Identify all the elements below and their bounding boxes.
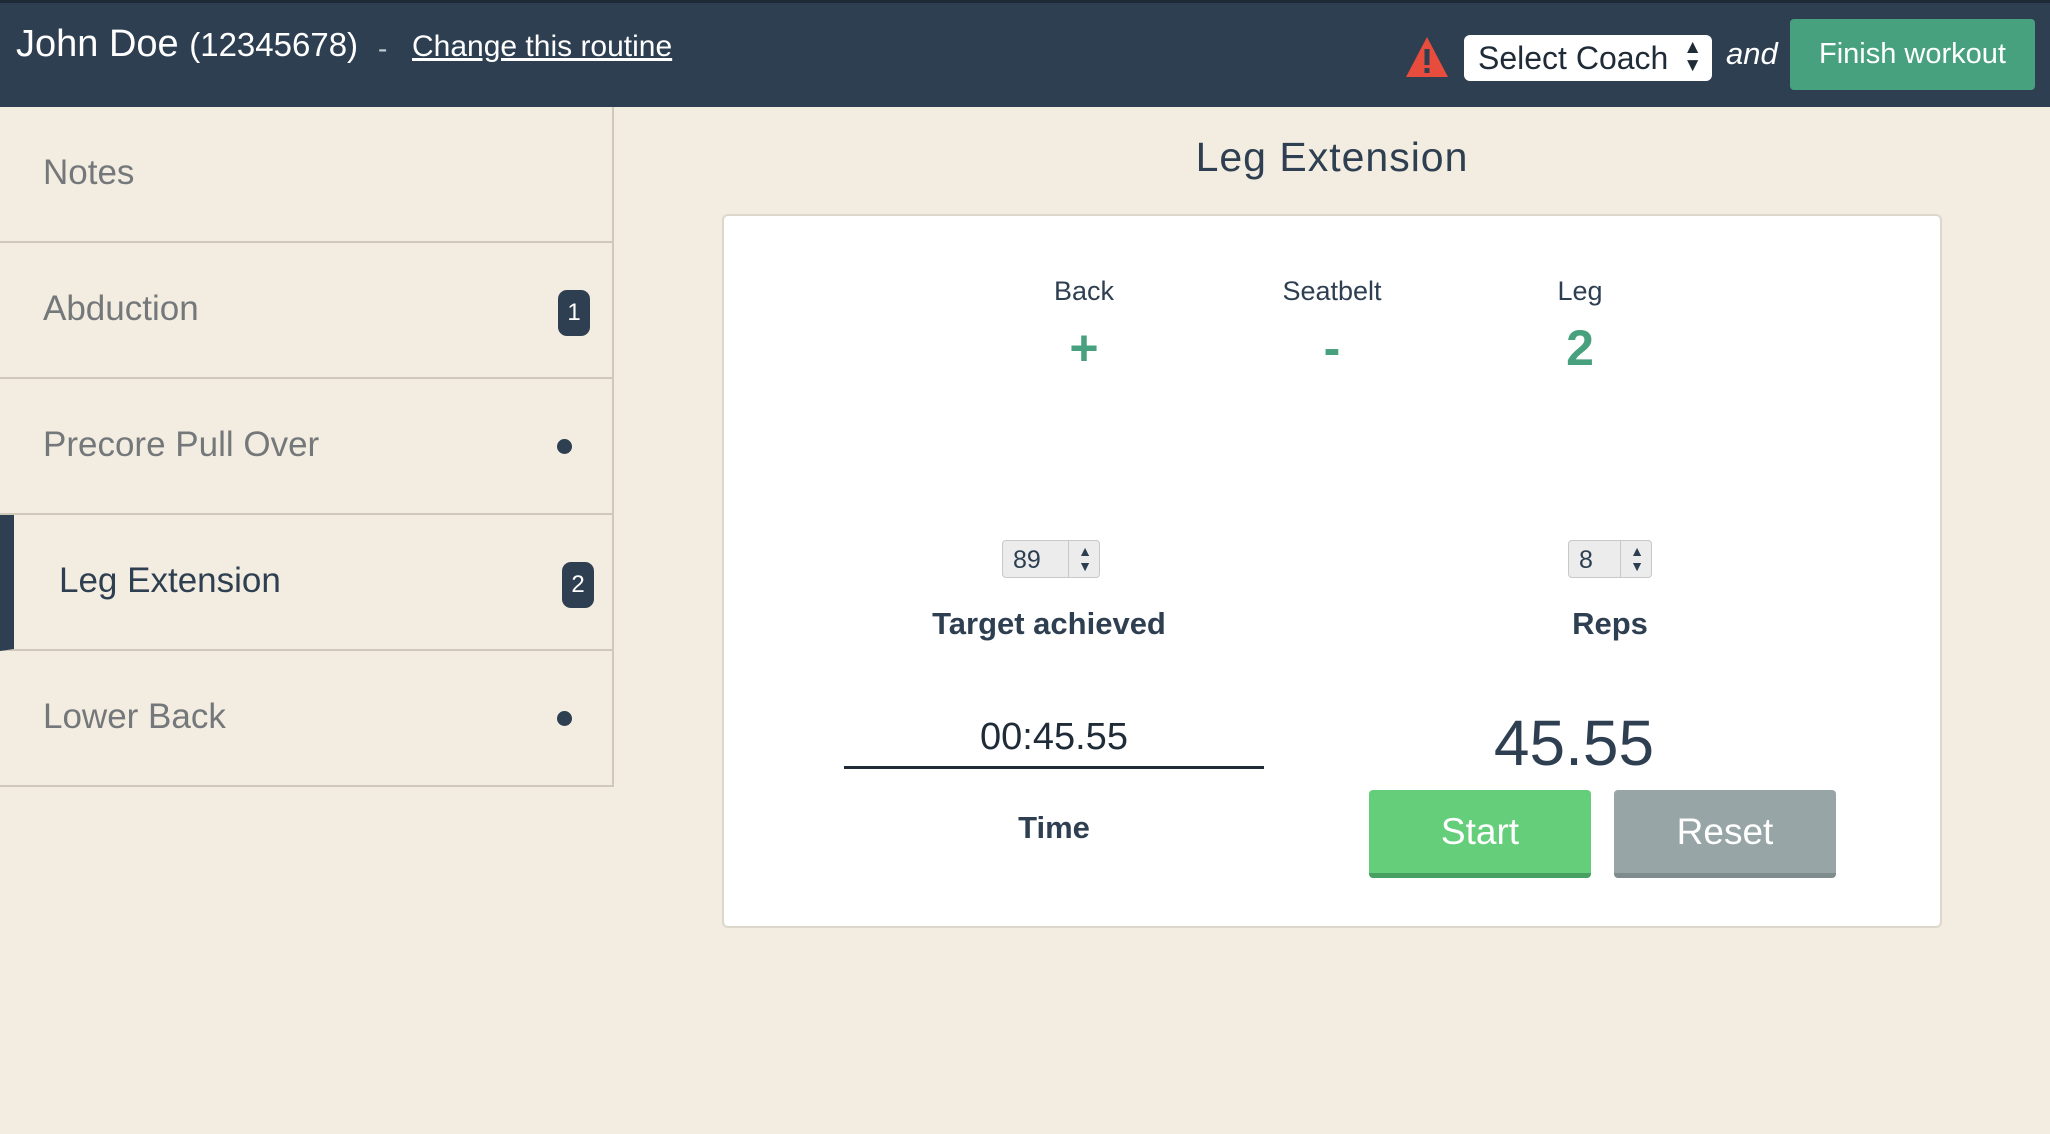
and-text: and [1726,36,1778,71]
client-name: John Doe (12345678) [16,23,358,66]
sidebar-item-abduction[interactable]: Abduction 1 [0,243,614,379]
client-name-text: John Doe [16,23,179,65]
target-stepper-value: 89 [1013,546,1041,574]
change-routine-link[interactable]: Change this routine [412,30,672,64]
dot-icon [557,711,572,726]
start-button[interactable]: Start [1369,790,1591,878]
setting-seatbelt: Seatbelt - [1232,276,1432,377]
stepper-divider [1068,541,1069,577]
setting-value: 2 [1566,320,1594,376]
coach-select-value: Select Coach [1478,40,1669,76]
client-id: (12345678) [189,26,359,63]
exercise-sidebar: Notes Abduction 1 Precore Pull Over Leg … [0,107,614,787]
sidebar-item-label: Abduction [43,289,199,328]
timer-display: 45.55 [1493,707,1655,779]
coach-select[interactable]: Select Coach ▲ ▼ [1464,35,1712,81]
setting-name: Back [1053,276,1115,306]
time-input[interactable]: 00:45.55 [844,716,1264,769]
header-separator: - [378,33,388,64]
reps-label: Reps [1572,606,1648,641]
setting-value: + [1069,320,1099,376]
setting-leg: Leg 2 [1480,276,1680,377]
stepper-arrows-icon: ▲ ▼ [1630,543,1644,574]
finish-workout-button[interactable]: Finish workout [1790,19,2035,90]
sidebar-item-label: Precore Pull Over [43,425,320,464]
dot-icon [557,439,572,454]
sidebar-item-precore-pull-over[interactable]: Precore Pull Over [0,379,614,515]
reps-stepper-value: 8 [1579,546,1593,574]
setting-value: - [1323,320,1341,376]
count-badge: 2 [562,562,594,608]
setting-back: Back + [984,276,1184,377]
target-stepper[interactable]: 89 ▲ ▼ [1002,540,1100,578]
count-badge: 1 [558,290,590,336]
setting-name: Seatbelt [1282,276,1382,306]
reps-stepper[interactable]: 8 ▲ ▼ [1568,540,1652,578]
sidebar-item-label: Lower Back [43,697,226,736]
sidebar-item-label: Notes [43,153,135,192]
time-label: Time [1018,810,1090,845]
setting-name: Leg [1557,276,1603,306]
select-arrows-icon: ▲ ▼ [1683,37,1702,76]
stepper-arrows-icon: ▲ ▼ [1078,543,1092,574]
sidebar-item-leg-extension[interactable]: Leg Extension 2 [0,515,614,651]
warning-icon [1406,37,1448,77]
sidebar-item-lower-back[interactable]: Lower Back [0,651,614,787]
stepper-divider [1620,541,1621,577]
exercise-card: Back + Seatbelt - Leg 2 89 ▲ ▼ Target ach… [722,214,1942,928]
sidebar-item-label: Leg Extension [59,561,281,600]
exercise-title: Leg Extension [1195,134,1469,180]
top-bar: John Doe (12345678) - Change this routin… [0,0,2050,107]
target-achieved-label: Target achieved [932,606,1166,641]
sidebar-item-notes[interactable]: Notes [0,107,614,243]
reset-button[interactable]: Reset [1614,790,1836,878]
